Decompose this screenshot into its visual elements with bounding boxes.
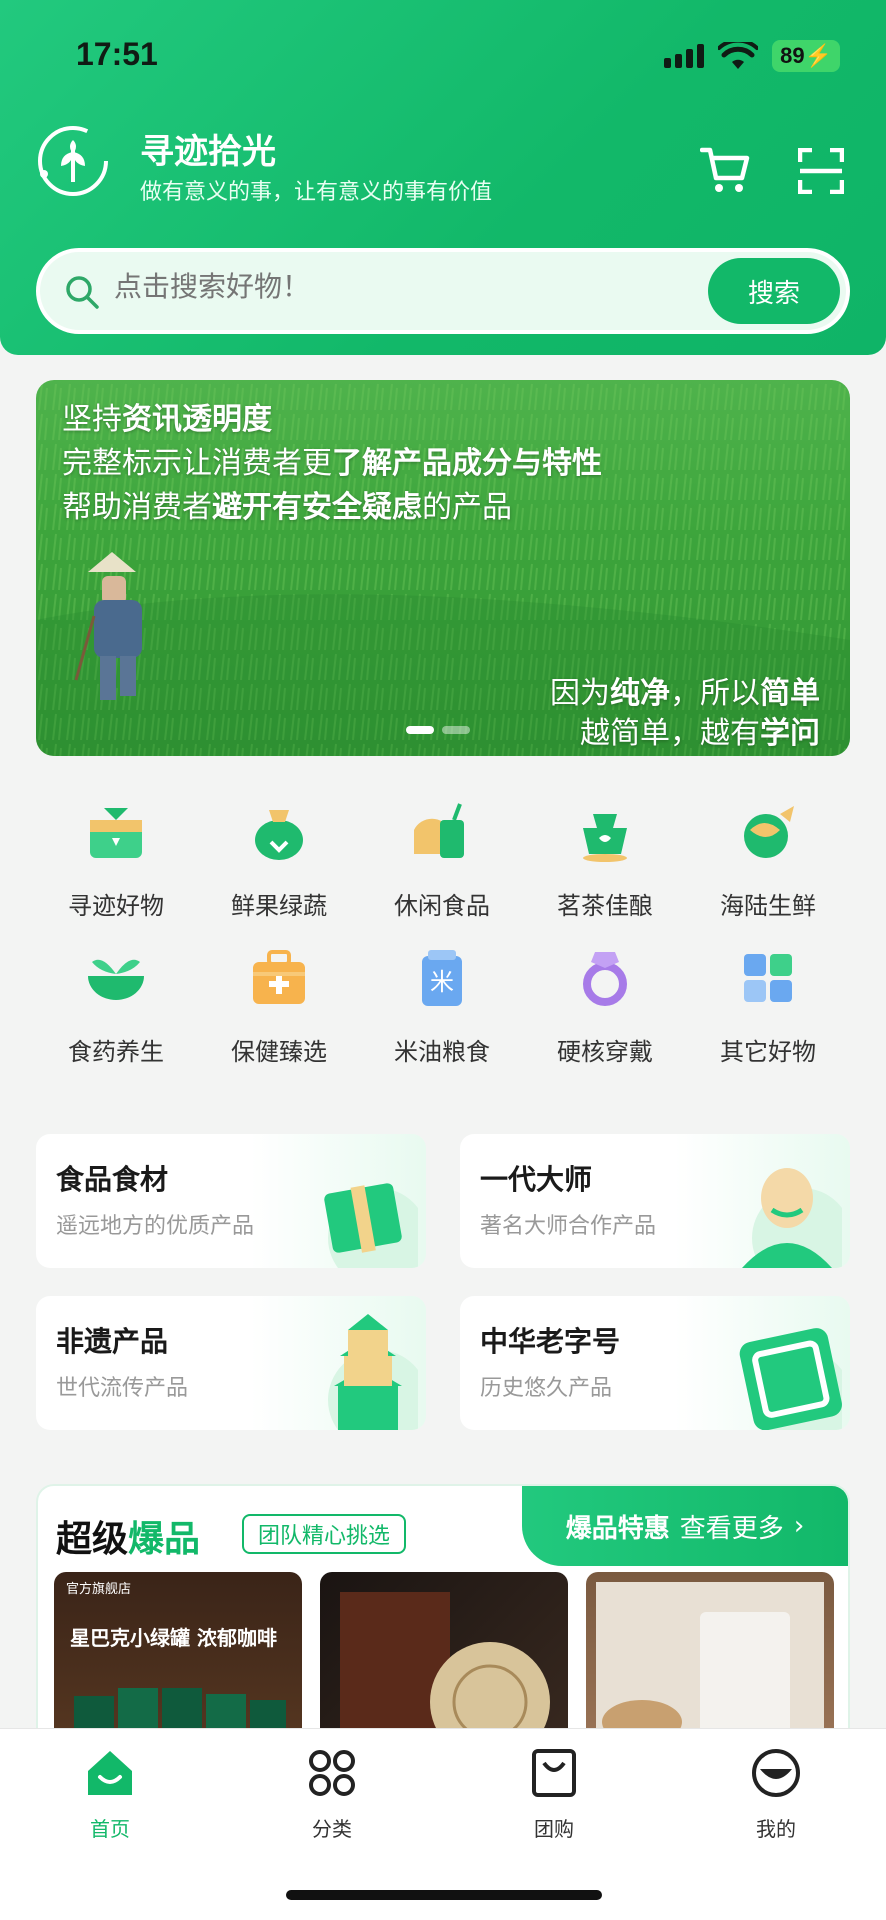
search-bar[interactable]: 搜索 <box>36 248 850 334</box>
search-button[interactable]: 搜索 <box>708 258 840 324</box>
scan-icon[interactable] <box>798 148 844 194</box>
category-item[interactable]: 食药养生 <box>46 946 186 1067</box>
medical-kit-icon <box>253 950 305 1004</box>
battery-indicator: 89⚡ <box>772 40 840 72</box>
category-item[interactable]: 硬核穿戴 <box>535 946 675 1067</box>
tab-group-buy[interactable]: 团购 <box>494 1747 614 1842</box>
hot-products-section: 超级爆品 团队精心挑选 爆品特惠 查看更多 › 官方旗舰店 星巴克小绿罐 浓郁咖啡 <box>36 1484 850 1764</box>
ring-icon <box>583 952 627 1006</box>
snack-drink-icon <box>414 803 464 858</box>
gift-box-icon <box>90 808 142 858</box>
chevron-right-icon: › <box>793 1511 805 1541</box>
tea-pot-icon <box>583 814 627 862</box>
tab-profile[interactable]: 我的 <box>716 1747 836 1842</box>
hot-view-more-button[interactable]: 爆品特惠 查看更多 › <box>522 1486 848 1566</box>
category-item[interactable]: 寻迹好物 <box>46 800 186 921</box>
status-indicators: 89⚡ <box>664 40 840 72</box>
herb-bowl-icon <box>88 959 144 1000</box>
category-item[interactable]: 保健臻选 <box>209 946 349 1067</box>
app-header: 17:51 89⚡ 寻迹拾光 做有意义的事，让有意义的事有价值 搜索 <box>0 0 886 355</box>
category-item[interactable]: 茗茶佳酿 <box>535 800 675 921</box>
home-icon <box>88 1751 132 1795</box>
grid-icon <box>744 954 792 1002</box>
feature-card-master[interactable]: 一代大师 著名大师合作产品 <box>460 1134 850 1268</box>
master-portrait-illustration <box>742 1168 842 1268</box>
profile-face-icon <box>752 1749 800 1797</box>
home-indicator <box>286 1890 602 1900</box>
banner-line-1: 坚持资讯透明度 <box>62 402 272 437</box>
seafood-icon <box>744 806 794 858</box>
signal-icon <box>664 44 705 68</box>
cart-icon[interactable] <box>700 144 750 194</box>
category-item[interactable]: 海陆生鲜 <box>698 800 838 921</box>
promo-banner[interactable]: 坚持资讯透明度 完整标示让消费者更了解产品成分与特性 帮助消费者避开有安全疑虑的… <box>36 380 850 756</box>
category-grid-icon <box>309 1750 355 1796</box>
tab-category[interactable]: 分类 <box>272 1747 392 1842</box>
category-item[interactable]: 休闲食品 <box>372 800 512 921</box>
app-logo-icon <box>38 126 108 196</box>
category-item[interactable]: 鲜果绿蔬 <box>209 800 349 921</box>
gift-box-illustration <box>324 1183 418 1268</box>
feature-card-heritage[interactable]: 非遗产品 世代流传产品 <box>36 1296 426 1430</box>
wifi-icon <box>718 42 759 69</box>
pagoda-illustration <box>328 1314 418 1430</box>
banner-slogan-2: 越简单，越有学问 <box>580 716 820 751</box>
category-item[interactable]: 米 米油粮食 <box>372 946 512 1067</box>
feature-card-brand[interactable]: 中华老字号 历史悠久产品 <box>460 1296 850 1430</box>
app-title: 寻迹拾光 <box>140 132 276 172</box>
category-item[interactable]: 其它好物 <box>698 946 838 1067</box>
svg-text:米: 米 <box>430 968 454 996</box>
hot-tag-badge: 团队精心挑选 <box>242 1514 407 1554</box>
rice-bag-icon: 米 <box>422 950 462 1006</box>
banner-slogan-1: 因为纯净，所以简单 <box>550 676 820 711</box>
app-slogan: 做有意义的事，让有意义的事有价值 <box>140 180 493 205</box>
hot-section-title: 超级爆品 <box>56 1519 201 1560</box>
search-icon <box>66 276 99 309</box>
tab-home[interactable]: 首页 <box>50 1747 170 1842</box>
banner-line-3: 帮助消费者避开有安全疑虑的产品 <box>62 490 512 525</box>
status-time: 17:51 <box>76 36 158 72</box>
seal-illustration <box>739 1328 842 1430</box>
search-input[interactable] <box>114 270 614 303</box>
vegetable-icon <box>255 810 303 860</box>
banner-line-2: 完整标示让消费者更了解产品成分与特性 <box>62 446 602 481</box>
shopping-bag-icon <box>532 1749 576 1797</box>
feature-card-food[interactable]: 食品食材 遥远地方的优质产品 <box>36 1134 426 1268</box>
carousel-dots[interactable] <box>406 726 470 734</box>
